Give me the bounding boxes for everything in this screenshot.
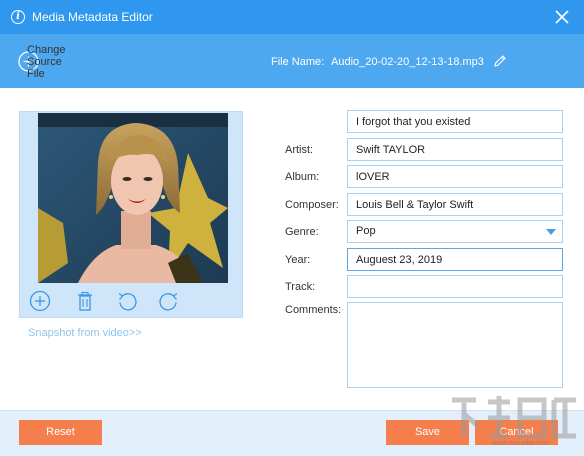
reset-button[interactable]: Reset [19, 420, 102, 445]
composer-field[interactable] [347, 193, 563, 216]
change-source-button[interactable]: Change Source File [18, 44, 66, 80]
genre-selected-value: Pop [356, 225, 376, 237]
toolbar: Change Source File File Name: Audio_20-0… [0, 34, 584, 88]
save-button[interactable]: Save [386, 420, 469, 445]
artist-label: Artist: [285, 144, 314, 156]
composer-label: Composer: [285, 199, 339, 211]
close-icon[interactable] [554, 9, 570, 25]
window-title: Media Metadata Editor [32, 10, 153, 24]
year-label: Year: [285, 254, 311, 266]
title-field[interactable] [347, 110, 563, 133]
art-toolbar [20, 284, 242, 318]
title-bar: i Media Metadata Editor [0, 0, 584, 34]
album-label: Album: [285, 171, 320, 183]
comments-field[interactable] [347, 302, 563, 388]
artist-field[interactable] [347, 138, 563, 161]
album-art-image[interactable] [38, 113, 228, 283]
album-field[interactable] [347, 165, 563, 188]
edit-pencil-icon[interactable] [493, 54, 507, 68]
delete-trash-icon[interactable] [74, 290, 96, 312]
file-name-value: Audio_20-02-20_12-13-18.mp3 [331, 56, 484, 68]
track-label: Track: [285, 281, 316, 293]
album-art-panel [19, 111, 243, 318]
rotate-right-icon[interactable] [158, 290, 180, 312]
portrait-picture [38, 113, 228, 283]
cancel-button[interactable]: Cancel [475, 420, 558, 445]
year-field[interactable] [347, 248, 563, 271]
add-image-icon[interactable] [29, 290, 51, 312]
genre-select[interactable]: Pop [347, 220, 563, 243]
footer-bar: Reset Save Cancel [0, 410, 584, 456]
info-icon: i [11, 10, 25, 24]
rotate-left-icon[interactable] [116, 290, 138, 312]
snapshot-from-video-link[interactable]: Snapshot from video>> [28, 327, 142, 339]
track-field[interactable] [347, 275, 563, 298]
file-name-label: File Name: [271, 56, 325, 68]
genre-label: Genre: [285, 226, 319, 238]
comments-label: Comments: [285, 304, 342, 316]
dropdown-arrow-icon [546, 229, 556, 235]
change-source-label: Change Source File [27, 43, 66, 80]
